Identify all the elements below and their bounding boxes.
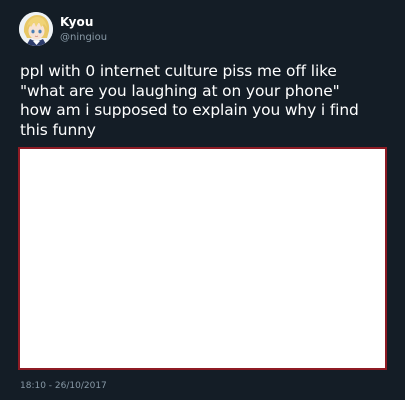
tweet-timestamp[interactable]: 18:10 - 26/10/2017: [20, 381, 107, 391]
tweet-text: ppl with 0 internet culture piss me off …: [20, 62, 359, 139]
tweet-media[interactable]: [18, 147, 387, 370]
tweet-card: Kyou @ningiou ppl with 0 internet cultur…: [0, 0, 405, 400]
avatar[interactable]: [19, 12, 53, 46]
anime-avatar-icon: [19, 12, 53, 46]
user-handle[interactable]: @ningiou: [60, 32, 107, 43]
user-display-name[interactable]: Kyou: [60, 15, 94, 29]
